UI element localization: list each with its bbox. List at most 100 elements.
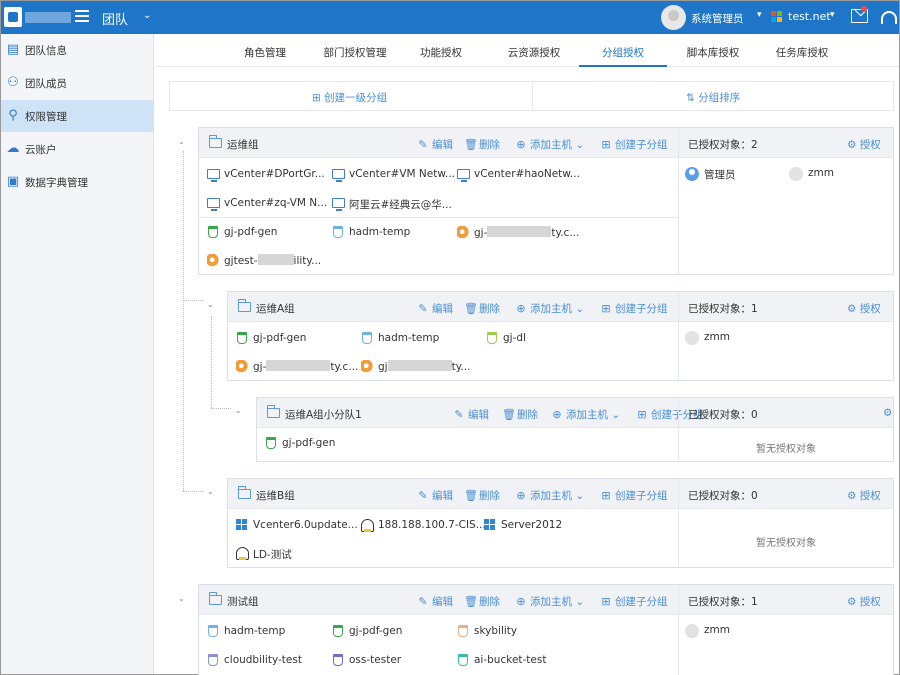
tab-script-library-auth[interactable]: 脚本库授权 [687,45,740,60]
delete-button[interactable]: 🗑删除 [464,137,500,152]
create-subgroup-button[interactable]: ⊞ 创建子分组 [600,594,667,609]
edit-label: 编辑 [432,303,453,315]
resource-label: skybility [474,625,518,637]
redacted-block [487,226,552,237]
edit-button[interactable]: ✎ 编辑 [453,407,489,422]
edit-label: 编辑 [468,409,489,421]
vm-icon [207,198,220,211]
folder-plus-icon: ⊞ [637,408,647,421]
edit-button[interactable]: ✎ 编辑 [417,488,453,503]
team-switcher[interactable]: 团队 [102,9,128,28]
add-host-button[interactable]: ⊕ 添加主机 ⌄ [515,594,584,609]
tab-function-auth[interactable]: 功能授权 [420,45,462,60]
sidebar-item-team-info[interactable]: ▤ 团队信息 [1,34,154,66]
authorize-button[interactable]: ⚙ 授权 [847,488,881,503]
add-host-button[interactable]: ⊕ 添加主机 ⌄ [515,137,584,152]
tree-line [183,151,184,491]
edit-button[interactable]: ✎ 编辑 [417,301,453,316]
support-icon[interactable] [881,11,897,24]
authorize-button[interactable]: ⚙ 授权 [847,301,881,316]
vm-icon [207,169,220,182]
sidebar-item-label: 数据字典管理 [25,177,88,189]
book-icon: ▣ [6,174,20,189]
chevron-down-icon: ⌄ [575,596,585,608]
trash-icon: 🗑 [464,595,478,608]
authorize-button[interactable]: ⚙ 授权 [847,137,881,152]
authorize-button[interactable]: ⚙ [883,407,892,419]
tab-roles[interactable]: 角色管理 [244,45,286,60]
tab-task-library-auth[interactable]: 任务库授权 [776,45,829,60]
sidebar-item-team-members[interactable]: ⚇ 团队成员 [1,67,154,99]
create-subgroup-button[interactable]: ⊞ 创建子分组 [600,488,667,503]
create-subgroup-button[interactable]: ⊞ 创建子分组 [600,137,667,152]
resource-label-start: gjtest- [224,255,258,267]
plus-circle-icon: ⊕ [552,408,562,421]
collapse-caret-icon[interactable]: ⌄ [178,137,185,146]
authorize-label: 授权 [859,139,881,151]
sidebar-item-data-dictionary[interactable]: ▣ 数据字典管理 [1,166,154,198]
create-top-group-button[interactable]: ⊞ 创建一级分组 [312,90,387,105]
resource-label-end: ility... [293,255,322,267]
collapse-caret-icon[interactable]: ⌄ [207,300,214,309]
resource-label: hadm-temp [378,332,440,344]
delete-button[interactable]: 🗑删除 [502,407,538,422]
authorize-button[interactable]: ⚙ 授权 [847,594,881,609]
tab-department-auth[interactable]: 部门授权管理 [324,45,387,60]
collapse-caret-icon[interactable]: ⌄ [178,594,185,603]
sort-groups-button[interactable]: ⇅ 分组排序 [686,90,740,105]
tab-cloud-resource-auth[interactable]: 云资源授权 [508,45,561,60]
bucket-icon [333,625,343,637]
add-host-button[interactable]: ⊕ 添加主机 ⌄ [515,488,584,503]
divider [532,82,533,110]
avatar [685,624,699,638]
linux-icon [236,547,249,560]
delete-label: 删除 [479,490,500,502]
delete-button[interactable]: 🗑删除 [464,301,500,316]
tab-bar: 角色管理 部门授权管理 功能授权 云资源授权 分组授权 脚本库授权 任务库授权 [155,34,899,67]
edit-label: 编辑 [432,139,453,151]
add-host-label: 添加主机 [530,303,572,315]
host-label: Vcenter6.0update... [253,519,358,531]
vm-icon [332,169,345,182]
host-label: vCenter#zq-VM N... [224,197,328,209]
gear-icon: ⚙ [847,303,860,315]
gear-icon: ⚙ [847,490,860,502]
chevron-down-icon[interactable]: ⌄ [143,10,151,21]
group-name: 运维组 [227,139,259,151]
cloud-service-icon [236,360,249,373]
bucket-icon [362,332,372,344]
add-host-button[interactable]: ⊕ 添加主机 ⌄ [551,407,620,422]
menu-toggle-icon[interactable] [75,10,89,22]
edit-button[interactable]: ✎ 编辑 [417,137,453,152]
resource-label: oss-tester [349,654,402,666]
create-subgroup-button[interactable]: ⊞ 创建子分组 [600,301,667,316]
app-logo[interactable] [4,7,71,27]
vm-icon [457,169,470,182]
group-name: 运维A组 [256,303,295,315]
add-host-label: 添加主机 [566,409,608,421]
bucket-icon [208,654,218,666]
resource-label: hadm-temp [349,226,411,238]
cloud-service-icon [457,226,470,239]
group-card: 运维A组 ✎ 编辑 🗑删除 ⊕ 添加主机 ⌄ ⊞ 创建子分组 已授权对象：1 ⚙ 授权… [227,291,894,381]
redacted-block [266,360,331,371]
sidebar-item-label: 团队信息 [25,45,67,57]
delete-button[interactable]: 🗑删除 [464,488,500,503]
tab-group-auth[interactable]: 分组授权 [602,45,644,60]
edit-button[interactable]: ✎ 编辑 [417,594,453,609]
windows-icon [484,519,497,532]
delete-button[interactable]: 🗑删除 [464,594,500,609]
collapse-caret-icon[interactable]: ⌄ [235,406,242,415]
sidebar-item-permissions[interactable]: ⚲ 权限管理 [1,100,154,132]
authorized-count: 已授权对象：0 [688,409,758,421]
resource-label: hadm-temp [224,625,286,637]
create-top-group-label: 创建一级分组 [324,92,388,104]
collapse-caret-icon[interactable]: ⌄ [207,487,214,496]
group-action-bar: ⊞ 创建一级分组 ⇅ 分组排序 [169,81,894,111]
sidebar-item-cloud-accounts[interactable]: ☁ 云账户 [1,133,154,165]
chevron-down-icon: ▾ [757,10,762,20]
authorized-count: 已授权对象：2 [688,139,758,151]
active-tab-indicator [579,65,667,67]
resource-label-end: ty.c... [330,361,359,373]
add-host-button[interactable]: ⊕ 添加主机 ⌄ [515,301,584,316]
